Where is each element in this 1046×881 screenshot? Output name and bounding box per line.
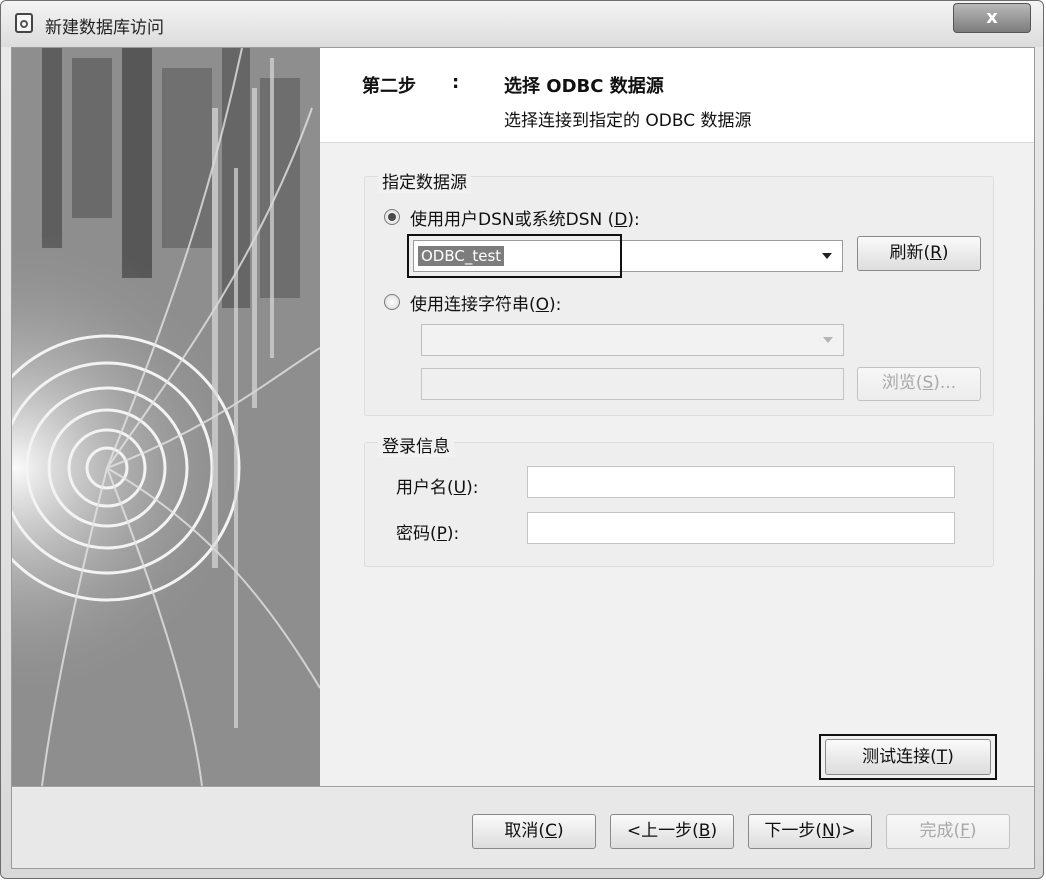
step-description: 选择连接到指定的 ODBC 数据源 xyxy=(504,111,752,131)
next-mnemonic: N xyxy=(822,821,835,841)
title-bar[interactable]: 新建数据库访问 x xyxy=(1,1,1043,47)
wizard-footer: 取消(C) <上一步(B) 下一步(N)> 完成(F) xyxy=(12,788,1034,868)
use-dsn-paren-open: ( xyxy=(602,210,615,230)
close-button[interactable]: x xyxy=(953,3,1031,33)
use-dsn-mnemonic: D xyxy=(614,210,628,230)
refresh-button[interactable]: 刷新(R) xyxy=(857,236,981,271)
dropdown-arrow-icon xyxy=(823,337,833,343)
back-button[interactable]: <上一步(B) xyxy=(610,814,734,849)
use-connstr-text: 使用连接字符串 xyxy=(410,295,529,315)
refresh-mnemonic: R xyxy=(930,243,942,263)
connstr-combobox[interactable] xyxy=(421,324,844,356)
datasource-group-title: 指定数据源 xyxy=(378,168,471,193)
password-field[interactable] xyxy=(527,512,955,544)
dsn-highlight-frame xyxy=(407,234,622,278)
test-connection-button[interactable]: 测试连接(T) xyxy=(825,739,991,775)
use-dsn-label[interactable]: 使用用户DSN或系统DSN (D): xyxy=(410,205,640,230)
step-colon: : xyxy=(452,72,460,93)
use-dsn-radio[interactable] xyxy=(384,209,400,225)
username-label-text: 用户名 xyxy=(396,478,447,498)
browse-mnemonic: S xyxy=(922,373,934,393)
wizard-content: 第二步 : 选择 ODBC 数据源 选择连接到指定的 ODBC 数据源 指定数据… xyxy=(320,48,1034,786)
swirl-graphic xyxy=(12,48,320,786)
password-label-text: 密码 xyxy=(396,524,430,544)
back-label: <上一步 xyxy=(626,821,693,841)
dialog-client: 第二步 : 选择 ODBC 数据源 选择连接到指定的 ODBC 数据源 指定数据… xyxy=(11,47,1035,869)
browse-button[interactable]: 浏览(S)... xyxy=(857,367,981,401)
next-button[interactable]: 下一步(N)> xyxy=(748,814,872,849)
dropdown-arrow-icon[interactable] xyxy=(822,253,832,259)
app-icon xyxy=(15,13,33,33)
use-connstr-mnemonic: O xyxy=(535,295,550,315)
back-mnemonic: B xyxy=(698,821,711,841)
finish-button[interactable]: 完成(F) xyxy=(886,814,1010,849)
login-group xyxy=(364,442,994,567)
browse-suffix: ... xyxy=(939,373,957,393)
cancel-mnemonic: C xyxy=(545,821,557,841)
step-label: 第二步 xyxy=(362,76,416,97)
connstr-field[interactable] xyxy=(421,368,844,400)
use-dsn-paren-close: ): xyxy=(627,210,640,230)
next-label: 下一步 xyxy=(764,821,816,841)
use-dsn-text: 使用用户DSN或系统DSN xyxy=(410,210,603,230)
wizard-header: 第二步 : 选择 ODBC 数据源 选择连接到指定的 ODBC 数据源 xyxy=(320,48,1034,143)
test-connection-label: 测试连接 xyxy=(862,747,931,767)
password-label: 密码(P): xyxy=(396,524,460,544)
finish-mnemonic: F xyxy=(960,821,970,841)
refresh-label: 刷新 xyxy=(889,243,924,263)
username-mnemonic: U xyxy=(453,478,467,498)
next-suffix: > xyxy=(841,821,856,841)
close-icon: x xyxy=(986,7,998,28)
wizard-side-image xyxy=(12,48,320,786)
username-label: 用户名(U): xyxy=(396,478,479,498)
finish-label: 完成 xyxy=(919,821,954,841)
test-connection-mnemonic: T xyxy=(936,747,948,767)
login-group-title: 登录信息 xyxy=(378,432,454,457)
password-mnemonic: P xyxy=(436,524,447,544)
step-title: 选择 ODBC 数据源 xyxy=(504,76,664,97)
cancel-label: 取消 xyxy=(504,821,539,841)
username-field[interactable] xyxy=(527,466,955,498)
window-title: 新建数据库访问 xyxy=(45,18,164,38)
use-connstr-radio[interactable] xyxy=(384,294,400,310)
browse-label: 浏览 xyxy=(881,373,916,393)
cancel-button[interactable]: 取消(C) xyxy=(472,814,596,849)
use-connstr-label[interactable]: 使用连接字符串(O): xyxy=(410,290,561,315)
dialog-window: 新建数据库访问 x 第二步: 选择 ODBC 数据源 选择连接到指定的 ODB… xyxy=(0,0,1044,879)
